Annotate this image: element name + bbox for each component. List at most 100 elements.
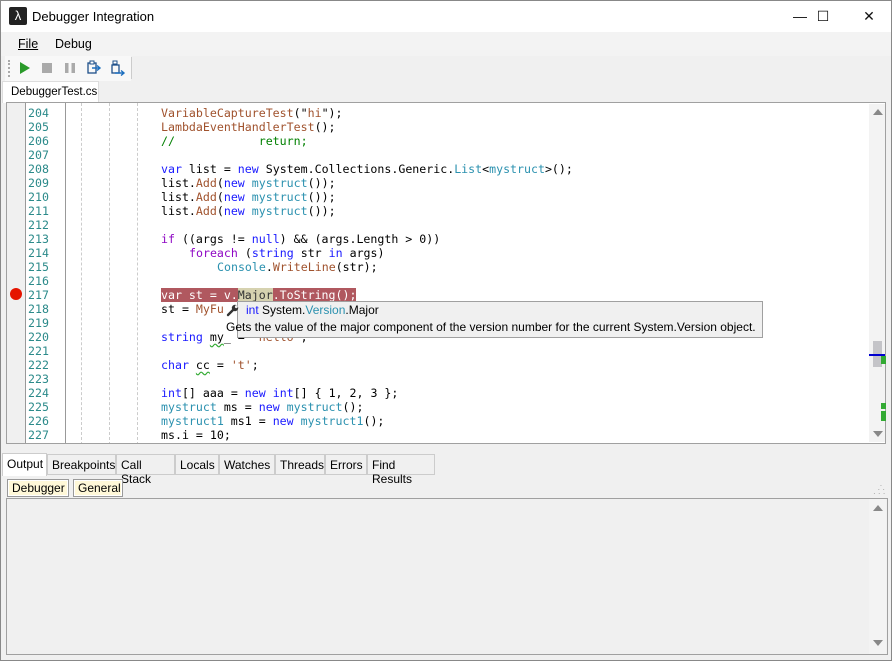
code-token: args) [342,246,385,260]
code-line[interactable]: var list = new System.Collections.Generi… [161,162,573,176]
window-title: Debugger Integration [32,9,155,24]
code-token: ()); [307,190,336,204]
indent-guide [109,103,110,443]
code-token: ms1 = [223,414,273,428]
code-token: ( [216,176,224,190]
code-token: // return; [161,134,308,148]
breakpoint-margin[interactable] [7,103,26,443]
code-line[interactable]: mystruct ms = new mystruct(); [161,400,363,414]
tab-errors[interactable]: Errors [325,454,367,475]
resize-grip-icon[interactable]: · · · · · · [873,482,885,498]
tooltip-member: .Major [345,303,379,317]
tab-debuggertest-cs[interactable]: DebuggerTest.cs [2,81,99,103]
indent-guide [137,103,138,443]
code-line[interactable]: // return; [161,134,308,148]
scroll-up-icon[interactable] [873,505,883,511]
code-line[interactable]: int[] aaa = new int[] { 1, 2, 3 }; [161,386,398,400]
line-number: 213 [28,232,49,246]
code-token: my [209,330,224,344]
code-line[interactable]: var st = v.Major.ToString(); [161,288,357,302]
line-number: 218 [28,302,49,316]
code-token: list. [161,204,196,218]
output-pane[interactable] [6,498,888,655]
code-line[interactable]: if ((args != null) && (args.Length > 0)) [161,232,440,246]
line-number: 211 [28,204,49,218]
code-token: var [161,162,182,176]
code-token: null [251,232,280,246]
tab-threads[interactable]: Threads [275,454,325,475]
code-token: ms = [216,400,259,414]
code-line[interactable]: st = MyFu [161,302,224,316]
code-token: mystruct [489,162,545,176]
code-line[interactable]: char cc = 't'; [161,358,259,372]
code-token: Add [195,190,217,204]
code-line[interactable]: list.Add(new mystruct()); [161,204,336,218]
tab-watches[interactable]: Watches [219,454,275,475]
tab-output[interactable]: Output [2,453,47,476]
change-marker [881,403,886,409]
code-token: new [223,190,245,204]
line-number: 210 [28,190,49,204]
code-line[interactable]: list.Add(new mystruct()); [161,190,336,204]
stop-icon[interactable] [39,60,55,76]
tab-locals[interactable]: Locals [175,454,219,475]
line-number: 207 [28,148,49,162]
code-line[interactable]: VariableCaptureTest("hi"); [161,106,343,120]
line-number: 204 [28,106,49,120]
output-vertical-scrollbar[interactable] [869,499,886,654]
scroll-down-icon[interactable] [873,431,883,437]
code-line[interactable]: ms.i = 10; [161,428,231,442]
code-token: new [223,176,245,190]
code-token: List [454,162,483,176]
code-token: ; [251,358,259,372]
step-over-icon[interactable] [110,60,126,76]
output-source-general[interactable]: General [73,479,123,497]
tooltip-class: Version [305,303,346,317]
code-editor[interactable]: 204 VariableCaptureTest("hi"); 205 LambdaEv… [6,102,886,444]
code-token: new [223,204,245,218]
toolbar-grip[interactable] [8,60,10,77]
code-token: char [161,358,189,372]
code-line[interactable]: Console.WriteLine(str); [217,260,378,274]
code-token: (); [342,400,364,414]
step-into-icon[interactable] [86,60,102,76]
line-number: 217 [28,288,49,302]
code-token: int [272,386,294,400]
code-line[interactable]: foreach (string str in args) [189,246,385,260]
maximize-button[interactable]: ☐ [800,1,846,32]
menu-bar [1,32,891,56]
code-line[interactable]: list.Add(new mystruct()); [161,176,336,190]
pause-icon[interactable] [62,60,78,76]
menu-debug[interactable]: Debug [55,37,92,51]
code-token: new [258,400,280,414]
play-icon[interactable] [17,60,33,76]
code-token: mystruct1 [161,414,224,428]
output-source-debugger[interactable]: Debugger [7,479,69,497]
code-token: ((args != [174,232,252,246]
code-token: "); [321,106,343,120]
tab-breakpoints[interactable]: Breakpoints [47,454,116,475]
menu-file[interactable]: File [18,37,38,51]
line-number: 208 [28,162,49,176]
code-token: . [265,260,273,274]
editor-vertical-scrollbar[interactable] [869,104,886,442]
line-number: 205 [28,120,49,134]
code-token: 't' [230,358,252,372]
tooltip-description: Gets the value of the major component of… [226,320,756,334]
code-token: Add [195,176,217,190]
line-number: 209 [28,176,49,190]
scroll-up-icon[interactable] [873,109,883,115]
breakpoint-icon[interactable] [10,288,22,300]
indent-guide [81,103,82,443]
code-token: string [251,246,294,260]
scroll-down-icon[interactable] [873,640,883,646]
tab-find-results[interactable]: Find Results [367,454,435,486]
code-line[interactable]: LambdaEventHandlerTest(); [161,120,336,134]
code-line[interactable]: mystruct1 ms1 = new mystruct1(); [161,414,384,428]
tab-call-stack[interactable]: Call Stack [116,454,175,486]
code-token: (" [293,106,308,120]
close-button[interactable]: ✕ [846,1,892,32]
